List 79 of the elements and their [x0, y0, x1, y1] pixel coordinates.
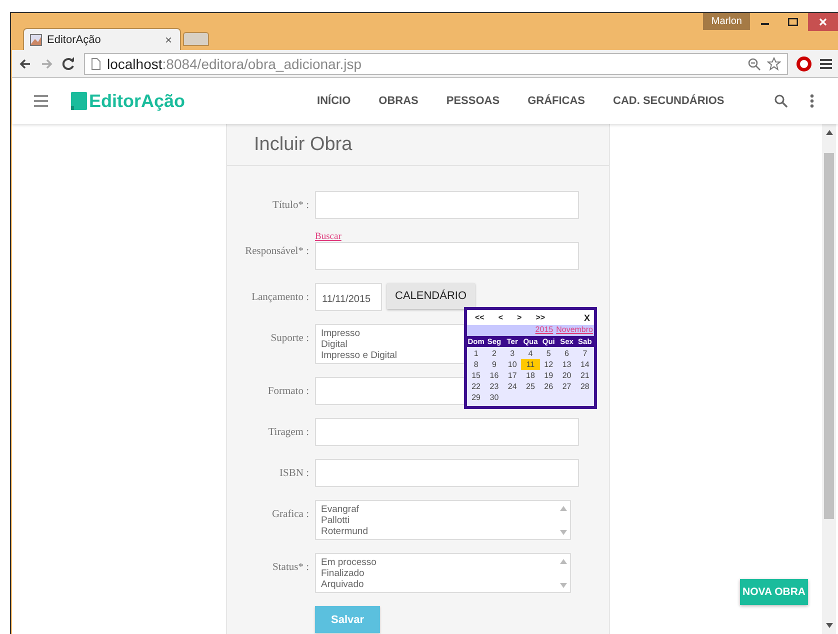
maximize-icon	[788, 18, 798, 26]
field-label: ISBN :	[278, 468, 309, 478]
calendar-nav-button[interactable]: <<	[475, 313, 484, 322]
scroll-down-icon[interactable]	[826, 623, 832, 628]
nav-link[interactable]: PESSOAS	[432, 95, 514, 107]
text-field[interactable]	[315, 191, 579, 219]
scroll-up-icon[interactable]	[826, 130, 832, 135]
calendar-day[interactable]: 21	[576, 370, 594, 381]
calendar-day[interactable]: 28	[576, 381, 594, 392]
calendar-day[interactable]: 1	[467, 348, 486, 359]
nav-link[interactable]: OBRAS	[364, 95, 432, 107]
calendar-nav-button[interactable]: >	[517, 313, 522, 322]
picture-icon	[30, 34, 42, 46]
calendar-day[interactable]: 27	[558, 381, 576, 392]
calendar-nav-button[interactable]: >>	[536, 313, 546, 322]
star-icon[interactable]	[767, 56, 781, 70]
menu-icon[interactable]	[34, 95, 48, 107]
calendar-nav-button[interactable]: <	[498, 313, 504, 322]
back-icon[interactable]	[18, 56, 32, 70]
field-label: Lançamento :	[250, 292, 309, 302]
url-text: localhost:8084/editora/obra_adicionar.jsp	[107, 56, 362, 72]
list-option[interactable]: Evangraf	[321, 504, 556, 515]
field-label: Grafica :	[270, 508, 309, 520]
calendar-day[interactable]: 17	[503, 370, 522, 381]
more-icon[interactable]	[810, 94, 814, 108]
text-field[interactable]	[315, 418, 579, 446]
calendar-day[interactable]: 16	[485, 370, 504, 381]
list-option[interactable]: Finalizado	[321, 568, 556, 579]
menu-icon[interactable]	[820, 58, 832, 70]
scrollbar[interactable]	[822, 124, 836, 634]
nav-link[interactable]: CAD. SECUNDÁRIOS	[599, 95, 738, 107]
form-title: Incluir Obra	[254, 134, 352, 156]
field-label: Tiragem :	[267, 426, 309, 438]
nav-link[interactable]: INÍCIO	[303, 95, 365, 107]
list-box[interactable]: Em processo Finalizado Arquivado	[315, 553, 571, 593]
field-label: Status* :	[272, 561, 309, 573]
calendar-day[interactable]: 15	[467, 370, 486, 381]
list-option[interactable]: Pallotti	[321, 515, 556, 526]
address-bar[interactable]: localhost:8084/editora/obra_adicionar.jsp	[84, 52, 788, 74]
field-label: Título* :	[272, 200, 309, 210]
calendar-day[interactable]: 30	[485, 392, 504, 403]
close-icon	[819, 18, 827, 26]
field-label: Suporte :	[270, 332, 309, 344]
calendar-day[interactable]: 5	[540, 348, 558, 359]
calendar-day[interactable]: 2	[485, 348, 504, 359]
list-option[interactable]: Em processo	[321, 557, 556, 568]
close-button[interactable]	[808, 13, 838, 31]
calendar-button[interactable]: CALENDÁRIO	[387, 283, 475, 309]
calendar-day[interactable]: 4	[521, 348, 540, 359]
calendar-day[interactable]: 25	[521, 381, 540, 392]
calendar-day[interactable]: 3	[503, 348, 522, 359]
text-field[interactable]	[315, 459, 579, 487]
calendar-day[interactable]: 20	[558, 370, 576, 381]
calendar-day[interactable]: 6	[558, 348, 576, 359]
search-icon[interactable]	[774, 94, 788, 108]
calendar-day[interactable]: 22	[467, 381, 486, 392]
text-field[interactable]	[315, 242, 579, 270]
list-option[interactable]: Rotermund	[321, 526, 556, 537]
list-box[interactable]: Evangraf Pallotti Rotermund	[315, 500, 571, 540]
page-icon	[91, 58, 101, 70]
calendar-day[interactable]: 24	[503, 381, 522, 392]
field-label: Formato :	[266, 386, 309, 396]
browser-tab[interactable]: EditorAção ×	[23, 28, 181, 50]
profile-badge[interactable]: Marlon	[703, 13, 750, 30]
calendar-day[interactable]: 26	[540, 381, 558, 392]
reload-icon[interactable]	[62, 56, 76, 70]
calendar-day[interactable]: 11	[521, 359, 540, 370]
calendar-day[interactable]: 29	[467, 392, 486, 403]
date-field[interactable]: 11/11/2015	[315, 283, 382, 311]
search-link[interactable]: Buscar	[315, 232, 579, 242]
field-label: Responsável* :	[244, 246, 309, 256]
close-icon[interactable]: ×	[164, 32, 172, 46]
calendar-day[interactable]: 23	[485, 381, 504, 392]
calendar-day[interactable]: 19	[540, 370, 558, 381]
list-option[interactable]: Arquivado	[321, 579, 556, 590]
calendar-day[interactable]: 18	[521, 370, 540, 381]
nav-link[interactable]: GRÁFICAS	[514, 95, 600, 107]
close-button[interactable]: X	[584, 312, 590, 322]
zoom-icon[interactable]	[747, 56, 761, 70]
